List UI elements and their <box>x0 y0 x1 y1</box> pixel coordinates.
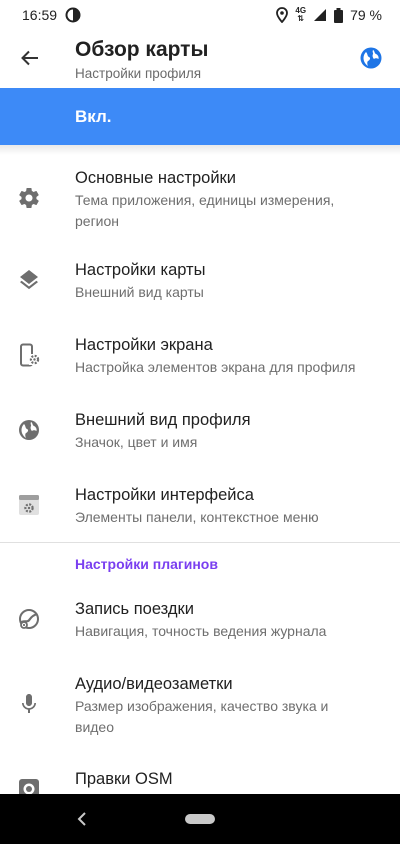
nav-back-icon[interactable] <box>74 811 90 827</box>
settings-item-title: Внешний вид профиля <box>75 411 251 429</box>
toggle-label: Вкл. <box>75 107 112 126</box>
osm-edit-icon <box>19 779 39 794</box>
data-saver-icon <box>65 7 81 23</box>
app-bar: Обзор карты Настройки профиля <box>0 30 400 88</box>
settings-item-profile-appearance[interactable]: Внешний вид профиля Значок, цвет и имя <box>0 406 400 466</box>
settings-item-subtitle: Внешний вид карты <box>75 284 204 300</box>
settings-item-title: Запись поездки <box>75 600 194 618</box>
settings-item-interface[interactable]: Настройки интерфейса Элементы панели, ко… <box>0 481 400 541</box>
plugin-item-osm-edits[interactable]: Правки OSM <box>0 765 400 794</box>
status-bar: 16:59 4G ⇅ 79 % <box>0 0 400 30</box>
settings-item-general[interactable]: Основные настройки Тема приложения, един… <box>0 160 400 240</box>
battery-icon <box>334 7 344 23</box>
settings-item-subtitle: Значок, цвет и имя <box>75 434 198 450</box>
settings-item-screen[interactable]: Настройки экрана Настройка элементов экр… <box>0 331 400 391</box>
microphone-icon <box>22 694 36 713</box>
page-subtitle: Настройки профиля <box>75 66 202 81</box>
section-divider <box>0 542 400 543</box>
interface-settings-icon <box>19 495 39 515</box>
settings-item-title: Аудио/видеозаметки <box>75 675 233 693</box>
settings-item-title: Настройки экрана <box>75 336 213 354</box>
arrow-back-icon <box>21 50 38 66</box>
layers-icon <box>20 270 38 290</box>
battery-percent: 79 % <box>350 7 382 23</box>
status-time: 16:59 <box>22 7 58 23</box>
status-right: 4G ⇅ 79 % <box>276 7 382 23</box>
banner-shadow <box>0 145 400 155</box>
location-icon <box>276 7 289 23</box>
nav-home-pill[interactable] <box>185 814 215 824</box>
settings-item-title: Правки OSM <box>75 770 173 788</box>
settings-item-subtitle: Тема приложения, единицы измерения, реги… <box>75 192 335 229</box>
globe-icon <box>19 420 39 440</box>
globe-icon[interactable] <box>359 46 383 70</box>
settings-item-title: Настройки карты <box>75 261 206 279</box>
trip-recording-icon <box>19 609 39 629</box>
system-navigation-bar <box>0 794 400 844</box>
plugins-section-header: Настройки плагинов <box>75 556 218 572</box>
settings-item-title: Основные настройки <box>75 169 236 187</box>
settings-item-subtitle: Размер изображения, качество звука и вид… <box>75 698 329 735</box>
settings-item-title: Настройки интерфейса <box>75 486 254 504</box>
plugin-item-trip-recording[interactable]: Запись поездки Навигация, точность веден… <box>0 595 400 655</box>
plugin-item-audio-video-notes[interactable]: Аудио/видеозаметки Размер изображения, к… <box>0 670 400 750</box>
settings-item-subtitle: Элементы панели, контекстное меню <box>75 509 319 525</box>
back-button[interactable] <box>14 42 46 74</box>
phone-settings-icon <box>20 343 40 367</box>
signal-icon <box>314 9 327 21</box>
page-title: Обзор карты <box>75 38 209 61</box>
profile-enable-toggle[interactable]: Вкл. <box>0 88 400 145</box>
settings-item-map[interactable]: Настройки карты Внешний вид карты <box>0 256 400 316</box>
status-left: 16:59 <box>22 7 81 23</box>
network-type-indicator: 4G ⇅ <box>295 7 306 23</box>
gear-icon <box>19 188 39 209</box>
settings-item-subtitle: Навигация, точность ведения журнала <box>75 623 327 639</box>
data-arrows-icon: ⇅ <box>297 14 305 23</box>
settings-item-subtitle: Настройка элементов экрана для профиля <box>75 359 356 375</box>
